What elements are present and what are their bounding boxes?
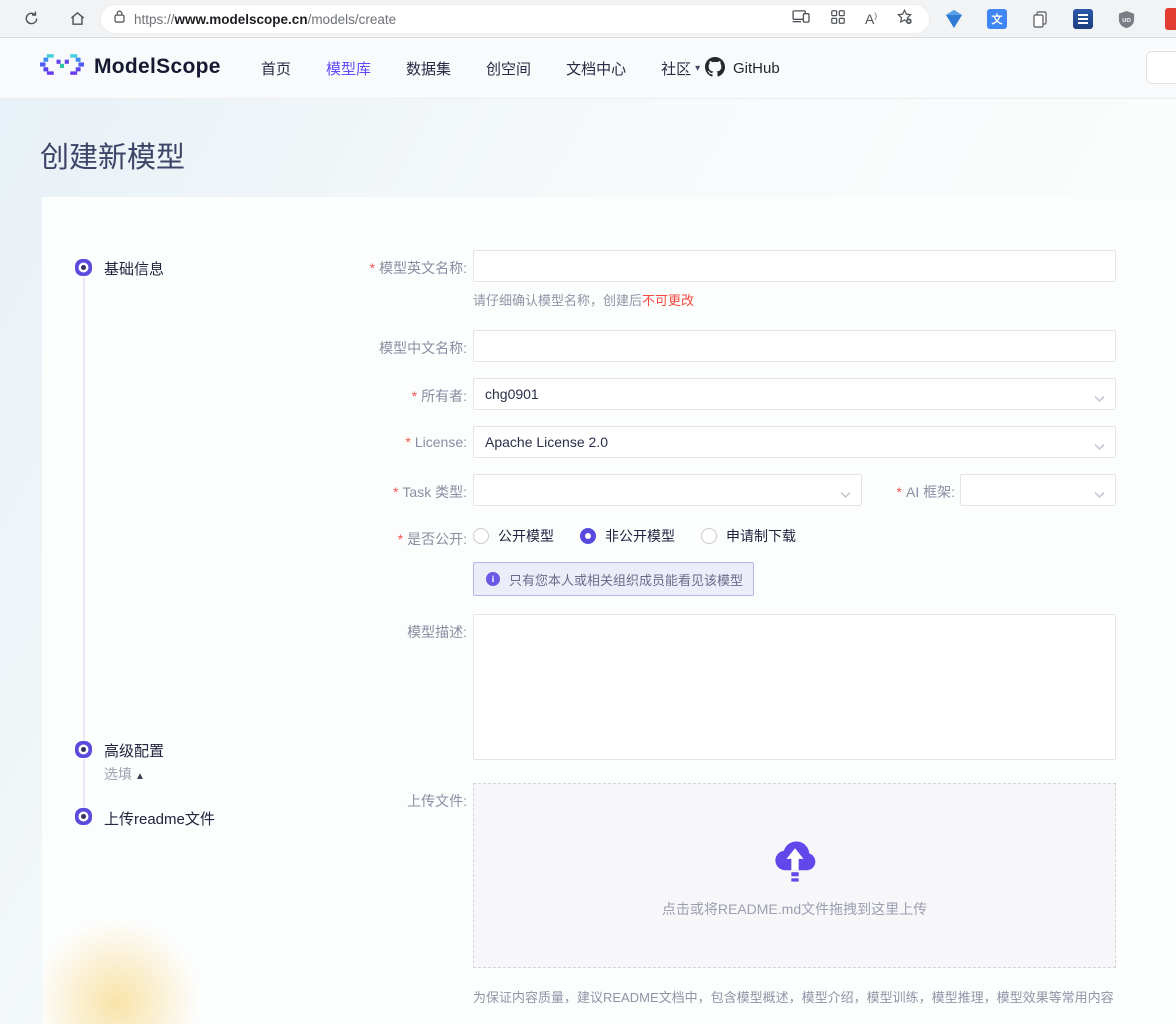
license-select[interactable]: Apache License 2.0 bbox=[473, 426, 1116, 458]
extensions-area: 文 UO bbox=[944, 0, 1136, 38]
readme-quality-hint: 为保证内容质量，建议README文档中，包含模型概述，模型介绍，模型训练，模型推… bbox=[473, 987, 1114, 1006]
model-description-textarea[interactable] bbox=[473, 614, 1116, 760]
github-icon bbox=[705, 57, 725, 81]
step-advanced-config[interactable]: 高级配置 bbox=[104, 740, 164, 761]
refresh-icon bbox=[23, 10, 40, 27]
nav-item-studios[interactable]: 创空间 bbox=[486, 58, 531, 79]
step-dot-readme bbox=[81, 814, 86, 819]
dropzone-text: 点击或将README.md文件拖拽到这里上传 bbox=[662, 899, 927, 919]
page-body: 创建新模型 基础信息 高级配置 选填▲ 上传readme文件 *模型英文名称: … bbox=[0, 99, 1176, 1024]
logo-wordmark: ModelScope bbox=[94, 55, 221, 79]
chevron-down-icon: ▾ bbox=[695, 63, 700, 74]
model-en-name-input[interactable] bbox=[473, 250, 1116, 282]
chevron-down-icon bbox=[1094, 486, 1105, 502]
nav-item-home[interactable]: 首页 bbox=[261, 58, 291, 79]
radio-icon bbox=[580, 528, 596, 544]
nav-divider bbox=[685, 60, 686, 77]
info-icon: i bbox=[486, 572, 500, 586]
reader-icon[interactable] bbox=[1073, 9, 1093, 29]
model-name-hint: 请仔细确认模型名称，创建后不可更改 bbox=[473, 290, 694, 309]
ai-framework-select[interactable] bbox=[960, 474, 1116, 506]
page-title: 创建新模型 bbox=[40, 134, 185, 176]
model-cn-name-label: 模型中文名称: bbox=[42, 338, 467, 358]
read-aloud-icon[interactable]: A) bbox=[865, 11, 877, 27]
triangle-up-icon: ▲ bbox=[135, 771, 145, 782]
model-en-name-label: *模型英文名称: bbox=[42, 258, 467, 278]
collections-icon[interactable] bbox=[830, 9, 846, 30]
shield-icon[interactable]: UO bbox=[1116, 9, 1136, 29]
radio-public-model[interactable]: 公开模型 bbox=[473, 526, 554, 546]
url-text: https://www.modelscope.cn/models/create bbox=[134, 12, 396, 27]
step-dot-advanced bbox=[81, 747, 86, 752]
refresh-button[interactable] bbox=[16, 4, 46, 34]
model-cn-name-input[interactable] bbox=[473, 330, 1116, 362]
copy-pages-icon[interactable] bbox=[1030, 9, 1050, 29]
visibility-info-box: i 只有您本人或相关组织成员能看见该模型 bbox=[473, 562, 754, 596]
step-upload-readme[interactable]: 上传readme文件 bbox=[104, 808, 215, 829]
visibility-info-text: 只有您本人或相关组织成员能看见该模型 bbox=[509, 570, 743, 589]
chevron-down-icon bbox=[1094, 390, 1105, 406]
extension-blue-icon[interactable] bbox=[944, 9, 964, 29]
home-button[interactable] bbox=[62, 4, 92, 34]
upload-file-label: 上传文件: bbox=[42, 791, 467, 811]
visibility-label: *是否公开: bbox=[42, 529, 467, 549]
ai-framework-label: *AI 框架: bbox=[835, 482, 955, 502]
nav-item-docs[interactable]: 文档中心 bbox=[566, 58, 626, 79]
step-advanced-optional-toggle[interactable]: 选填▲ bbox=[104, 764, 145, 784]
create-model-panel: 基础信息 高级配置 选填▲ 上传readme文件 *模型英文名称: 请仔细确认模… bbox=[42, 197, 1176, 1024]
github-link[interactable]: GitHub bbox=[705, 38, 780, 99]
nav-item-models[interactable]: 模型库 bbox=[326, 58, 371, 79]
svg-text:UO: UO bbox=[1122, 17, 1131, 23]
modelscope-logo-icon bbox=[40, 54, 84, 80]
owner-label: *所有者: bbox=[42, 386, 467, 406]
readme-upload-dropzone[interactable]: 点击或将README.md文件拖拽到这里上传 bbox=[473, 783, 1116, 968]
radio-private-model[interactable]: 非公开模型 bbox=[580, 526, 675, 546]
send-to-devices-icon[interactable] bbox=[792, 9, 811, 29]
browser-toolbar: https://www.modelscope.cn/models/create … bbox=[0, 0, 1176, 38]
nav-item-datasets[interactable]: 数据集 bbox=[406, 58, 451, 79]
home-icon bbox=[69, 10, 86, 27]
nav-item-community[interactable]: 社区▾ bbox=[661, 58, 700, 79]
translate-icon[interactable]: 文 bbox=[987, 9, 1007, 29]
chevron-down-icon bbox=[1094, 438, 1105, 454]
radio-icon bbox=[473, 528, 489, 544]
model-description-label: 模型描述: bbox=[42, 622, 467, 642]
partial-search-box[interactable] bbox=[1146, 51, 1176, 84]
radio-request-download[interactable]: 申请制下载 bbox=[701, 526, 796, 546]
add-favorite-icon[interactable] bbox=[896, 8, 913, 30]
task-type-select[interactable] bbox=[473, 474, 862, 506]
lock-icon bbox=[113, 9, 126, 29]
visibility-radio-group: 公开模型 非公开模型 申请制下载 bbox=[473, 526, 796, 546]
radio-icon bbox=[701, 528, 717, 544]
partial-red-icon[interactable] bbox=[1165, 8, 1176, 30]
site-header: ModelScope 首页 模型库 数据集 创空间 文档中心 社区▾ GitHu… bbox=[0, 38, 1176, 99]
cloud-upload-icon bbox=[769, 832, 821, 889]
owner-select[interactable]: chg0901 bbox=[473, 378, 1116, 410]
address-bar[interactable]: https://www.modelscope.cn/models/create … bbox=[100, 4, 930, 34]
github-label: GitHub bbox=[733, 60, 780, 77]
task-type-label: *Task 类型: bbox=[42, 482, 467, 502]
license-label: *License: bbox=[42, 434, 467, 450]
modelscope-logo[interactable]: ModelScope bbox=[40, 54, 221, 80]
